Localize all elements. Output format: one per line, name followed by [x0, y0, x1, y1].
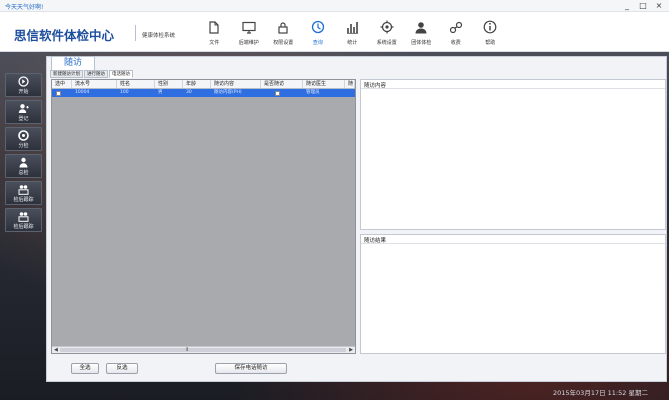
header-divider	[135, 25, 136, 41]
gear-icon	[380, 20, 394, 34]
sidebar-item-label: 检后跟踪	[13, 223, 34, 230]
follow-up-result-panel[interactable]: 随访结果	[360, 234, 666, 354]
toolbar-label: 系统设置	[376, 40, 397, 46]
sidebar-item-label: 登记	[18, 115, 29, 122]
table-row[interactable]: 10004 100 男 30 随访内容(PH) 管理员	[52, 89, 355, 97]
window-controls: _ □ ×	[623, 1, 663, 10]
window-title: 今天天气好啊!	[5, 4, 44, 11]
table-cell: 10004	[75, 90, 90, 95]
sidebar-item-follow-up-2[interactable]: 检后跟踪	[5, 208, 42, 232]
table-cell: 管理员	[306, 90, 320, 95]
sidebar-item-subcheck[interactable]: 分检	[5, 127, 42, 151]
followed-checkbox[interactable]	[275, 90, 280, 96]
toolbar-label: 团体体检	[411, 40, 432, 46]
scroll-right-icon[interactable]: ▶	[349, 347, 353, 353]
sidebar-item-general-check[interactable]: 总检	[5, 154, 42, 178]
sidebar-item-register[interactable]: 登记	[5, 100, 42, 124]
tab-new-plan[interactable]: 新建随访计划	[50, 70, 83, 78]
follow-up-window: 随访 新建随访计划 进行随访 电话随访 选中 流水号 姓名 性别 年龄 随访内容…	[46, 56, 667, 382]
column-header[interactable]: 随访内容	[211, 80, 261, 88]
toolbar-query[interactable]: 查询	[301, 18, 336, 50]
sidebar-item-label: 检后跟踪	[13, 196, 34, 203]
app-header: 思信软件体检中心 健康体检系统 文件 后端维护 权限设置 查询 统计 系统设置 …	[0, 12, 669, 52]
lock-icon	[276, 20, 290, 34]
toolbar-label: 查询	[312, 40, 323, 46]
column-header[interactable]: 年龄	[183, 80, 211, 88]
column-header[interactable]: 随	[345, 80, 355, 88]
sidebar-item-label: 开始	[18, 88, 29, 95]
toolbar-label: 权限设置	[273, 40, 294, 46]
follow-icon	[18, 211, 30, 222]
help-icon	[483, 20, 497, 34]
follow-up-grid: 选中 流水号 姓名 性别 年龄 随访内容 是否随访 随访医生 随 10004 1…	[51, 79, 356, 354]
tab-phone-follow-up[interactable]: 电话随访	[109, 70, 133, 78]
horizontal-scrollbar[interactable]: ◀ ⦀ ▶	[52, 346, 355, 353]
table-cell: 随访内容(PH)	[214, 90, 242, 95]
table-cell: 男	[158, 90, 163, 95]
minimize-button[interactable]: _	[623, 1, 631, 10]
toolbar-permissions[interactable]: 权限设置	[266, 18, 301, 50]
app-title: 思信软件体检中心	[14, 28, 115, 43]
bar-chart-icon	[345, 20, 359, 34]
status-clock: 2015年03月17日 11:52 星期二	[553, 389, 648, 397]
save-phone-follow-up-button[interactable]: 保存电话随访	[215, 363, 287, 374]
grid-header: 选中 流水号 姓名 性别 年龄 随访内容 是否随访 随访医生 随	[52, 80, 355, 89]
toolbar-maintenance[interactable]: 后端维护	[232, 18, 267, 50]
toolbar-label: 收费	[450, 40, 461, 46]
toolbar-label: 后端维护	[238, 40, 259, 46]
column-header[interactable]: 性别	[155, 80, 183, 88]
left-sidebar: 开始 登记 分检 总检 检后跟踪 检后跟踪	[5, 73, 43, 235]
file-icon	[207, 20, 221, 34]
start-icon	[18, 75, 30, 87]
title-bar: 今天天气好啊! _ □ ×	[0, 0, 669, 12]
column-header[interactable]: 是否随访	[261, 80, 303, 88]
toolbar-charges[interactable]: 收费	[439, 18, 474, 50]
app-subtitle: 健康体检系统	[142, 33, 176, 39]
row-followed-cell[interactable]	[261, 89, 303, 97]
row-checkbox[interactable]	[56, 90, 61, 96]
search-icon	[311, 20, 325, 34]
column-header[interactable]: 流水号	[72, 80, 117, 88]
toolbar-label: 文件	[209, 40, 220, 46]
tab-in-progress[interactable]: 进行随访	[84, 70, 108, 78]
panel-title: 随访结果	[361, 235, 665, 244]
main-toolbar: 文件 后端维护 权限设置 查询 统计 系统设置 团体体检 收费 帮助	[197, 18, 508, 50]
follow-up-content-panel[interactable]: 随访内容	[360, 79, 666, 230]
toolbar-settings[interactable]: 系统设置	[370, 18, 405, 50]
page-tab-follow-up[interactable]: 随访	[51, 56, 95, 70]
invert-selection-button[interactable]: 反选	[106, 363, 138, 374]
register-icon	[18, 103, 30, 114]
select-all-button[interactable]: 全选	[71, 363, 99, 374]
yen-icon	[449, 20, 463, 34]
column-header[interactable]: 选中	[52, 80, 72, 88]
sidebar-item-label: 总检	[18, 169, 29, 176]
toolbar-label: 帮助	[485, 40, 496, 46]
panel-title: 随访内容	[361, 80, 665, 89]
toolbar-help[interactable]: 帮助	[473, 18, 508, 50]
row-select-cell[interactable]	[52, 89, 72, 97]
sidebar-item-label: 分检	[18, 142, 29, 149]
sub-tab-bar: 新建随访计划 进行随访 电话随访	[50, 70, 134, 78]
scrollbar-thumb[interactable]	[60, 348, 346, 352]
sidebar-item-follow-up[interactable]: 检后跟踪	[5, 181, 42, 205]
table-cell: 30	[186, 90, 192, 95]
column-header[interactable]: 随访医生	[303, 80, 345, 88]
toolbar-label: 统计	[347, 40, 358, 46]
table-cell	[345, 89, 355, 97]
toolbar-file[interactable]: 文件	[197, 18, 232, 50]
sidebar-item-start[interactable]: 开始	[5, 73, 42, 97]
toolbar-statistics[interactable]: 统计	[335, 18, 370, 50]
column-header[interactable]: 姓名	[117, 80, 155, 88]
follow-icon	[18, 184, 30, 195]
close-button[interactable]: ×	[655, 1, 663, 10]
table-cell: 100	[120, 90, 129, 95]
toolbar-group-exam[interactable]: 团体体检	[404, 18, 439, 50]
scroll-left-icon[interactable]: ◀	[54, 347, 58, 353]
group-icon	[414, 20, 428, 34]
check-icon	[18, 129, 30, 141]
doctor-icon	[18, 157, 30, 168]
scroll-grip-icon: ⦀	[186, 347, 189, 353]
maximize-button[interactable]: □	[639, 1, 647, 10]
monitor-icon	[242, 20, 256, 34]
